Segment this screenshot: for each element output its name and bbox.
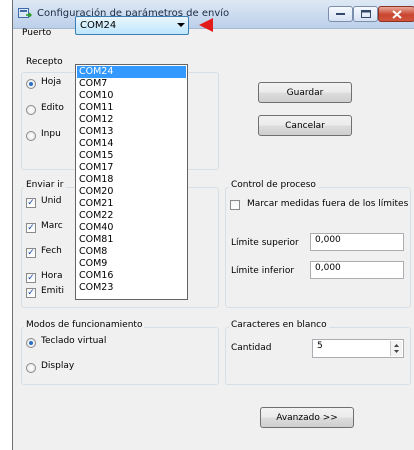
send-check-5[interactable]: ✓ — [26, 288, 36, 298]
port-option[interactable]: COM17 — [77, 162, 186, 174]
port-option[interactable]: COM7 — [77, 78, 186, 90]
port-option[interactable]: COM22 — [77, 210, 186, 222]
port-option[interactable]: COM20 — [77, 186, 186, 198]
upper-limit-input[interactable]: 0,000 — [310, 233, 404, 251]
receptor-radio-1[interactable] — [26, 79, 36, 89]
port-option[interactable]: COM9 — [77, 258, 186, 270]
process-control-title: Control de proceso — [229, 180, 318, 190]
save-button[interactable]: Guardar — [258, 82, 352, 103]
blank-characters-title: Caracteres en blanco — [229, 320, 329, 330]
minimize-icon — [336, 13, 345, 15]
settings-window: Configuración de parámetros de envío Pue… — [12, 0, 414, 450]
lower-limit-input[interactable]: 0,000 — [310, 261, 404, 279]
mode-display-label: Display — [41, 361, 75, 371]
port-option[interactable]: COM16 — [77, 270, 186, 282]
port-label: Puerto — [22, 28, 52, 38]
maximize-button[interactable] — [353, 6, 378, 22]
receptor-option-1: Hoja — [41, 77, 62, 87]
port-option[interactable]: COM8 — [77, 246, 186, 258]
mode-radio-virtual-keyboard[interactable] — [26, 338, 36, 348]
port-option[interactable]: COM24 — [77, 66, 186, 78]
minimize-button[interactable] — [328, 6, 353, 22]
quantity-stepper[interactable]: 5 — [312, 339, 404, 358]
stepper-buttons[interactable] — [390, 341, 402, 356]
app-icon — [18, 8, 32, 18]
pointer-arrow-icon — [199, 18, 213, 32]
receptor-radio-3[interactable] — [26, 131, 36, 141]
port-option[interactable]: COM81 — [77, 234, 186, 246]
receptor-group-title: Recepto — [24, 57, 65, 67]
receptor-option-2: Edito — [41, 103, 64, 113]
upper-limit-label: Límite superior — [231, 238, 299, 248]
chevron-down-icon — [177, 23, 185, 27]
send-option-4: Hora — [41, 271, 63, 281]
close-icon — [391, 9, 402, 19]
receptor-radio-2[interactable] — [26, 105, 36, 115]
stepper-arrows-icon — [394, 344, 399, 353]
out-of-limits-label: Marcar medidas fuera de los límites — [247, 199, 409, 209]
port-option[interactable]: COM23 — [77, 282, 186, 294]
operation-modes-title: Modos de funcionamiento — [24, 320, 145, 330]
receptor-option-3: Inpu — [41, 129, 61, 139]
cancel-button[interactable]: Cancelar — [258, 115, 352, 136]
port-option[interactable]: COM21 — [77, 198, 186, 210]
lower-limit-label: Límite inferior — [231, 266, 295, 276]
send-check-2[interactable]: ✓ — [26, 223, 36, 233]
port-option[interactable]: COM18 — [77, 174, 186, 186]
port-option[interactable]: COM15 — [77, 150, 186, 162]
advanced-button[interactable]: Avanzado >> — [260, 407, 354, 428]
quantity-value: 5 — [317, 341, 323, 351]
send-check-4[interactable]: ✓ — [26, 273, 36, 283]
send-option-2: Marc — [41, 221, 63, 231]
close-button[interactable] — [378, 6, 414, 22]
port-option[interactable]: COM14 — [77, 138, 186, 150]
maximize-icon — [360, 10, 371, 18]
port-select-value: COM24 — [80, 20, 117, 31]
mode-radio-display[interactable] — [26, 363, 36, 373]
port-option[interactable]: COM11 — [77, 102, 186, 114]
mode-virtual-keyboard-label: Teclado virtual — [41, 336, 107, 346]
out-of-limits-checkbox[interactable] — [230, 200, 240, 210]
quantity-label: Cantidad — [231, 343, 272, 353]
send-option-5: Emiti — [41, 286, 64, 296]
send-check-3[interactable]: ✓ — [26, 248, 36, 258]
port-select[interactable]: COM24 — [75, 16, 189, 35]
send-option-1: Unid — [41, 196, 62, 206]
send-check-1[interactable]: ✓ — [26, 198, 36, 208]
port-option[interactable]: COM12 — [77, 114, 186, 126]
send-option-3: Fech — [41, 246, 62, 256]
title-bar: Configuración de parámetros de envío — [13, 0, 414, 29]
send-info-group-title: Enviar ir — [24, 180, 66, 190]
port-option[interactable]: COM10 — [77, 90, 186, 102]
port-option[interactable]: COM40 — [77, 222, 186, 234]
port-dropdown-list[interactable]: COM24 COM7 COM10 COM11 COM12 COM13 COM14… — [75, 64, 188, 300]
port-option[interactable]: COM13 — [77, 126, 186, 138]
